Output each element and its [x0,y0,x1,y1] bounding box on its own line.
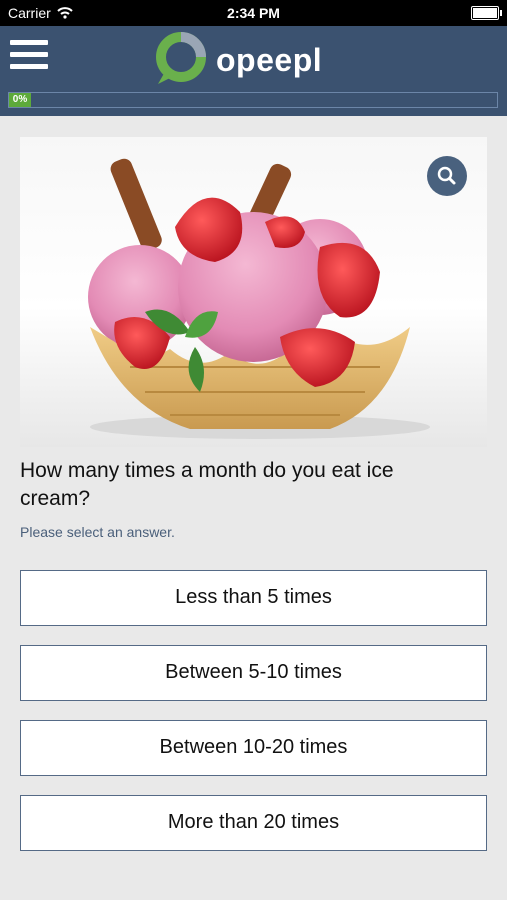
menu-bar-icon [10,52,48,57]
clock: 2:34 PM [227,5,280,21]
question-text: How many times a month do you eat ice cr… [20,459,394,510]
answer-hint: Please select an answer. [20,524,175,540]
app-logo: opeepl [152,32,322,88]
logo-icon [156,32,206,84]
answer-option[interactable]: Between 5-10 times [20,645,487,701]
menu-bar-icon [10,40,48,45]
zoom-button[interactable] [427,156,467,196]
menu-button[interactable] [10,40,48,70]
search-icon [437,166,456,185]
answer-option[interactable]: Less than 5 times [20,570,487,626]
progress-label: 0% [9,93,31,107]
progress-bar: 0% [8,92,498,108]
answer-option[interactable]: More than 20 times [20,795,487,851]
answer-option[interactable]: Between 10-20 times [20,720,487,776]
app-header: opeepl 0% [0,26,507,116]
question-image [20,137,487,447]
menu-bar-icon [10,64,48,69]
ice-cream-illustration [88,158,430,439]
battery-icon [471,6,502,20]
status-bar: Carrier 2:34 PM [0,0,507,26]
logo-text: opeepl [216,41,323,78]
